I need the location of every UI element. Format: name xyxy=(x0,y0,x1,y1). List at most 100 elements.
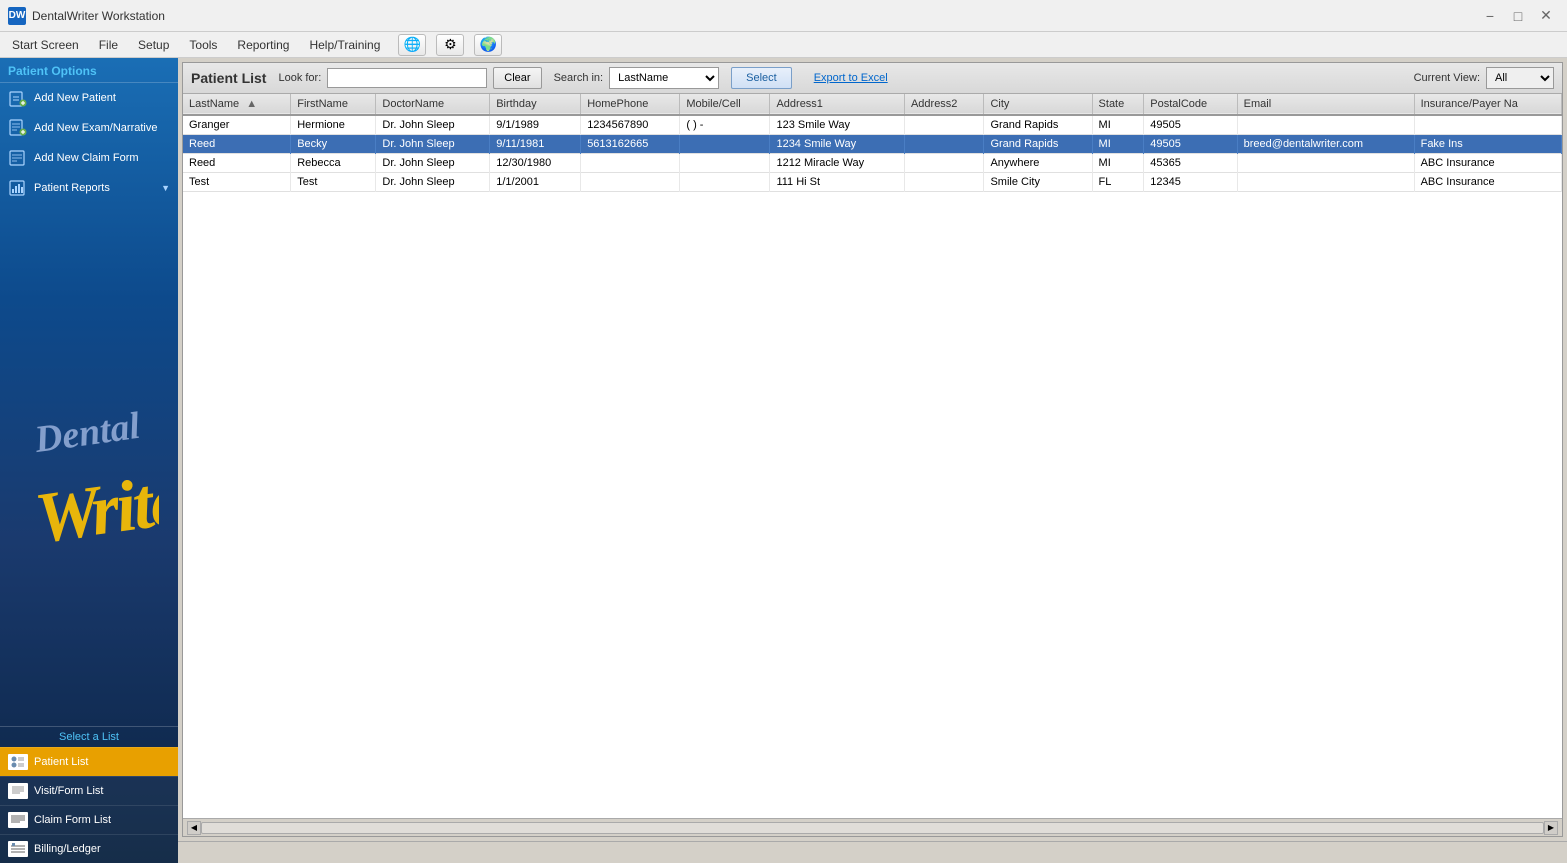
table-cell: 12345 xyxy=(1144,173,1237,192)
menu-file[interactable]: File xyxy=(91,36,126,54)
nav-billing-ledger[interactable]: Billing/Ledger xyxy=(0,834,178,863)
col-doctorname[interactable]: DoctorName xyxy=(376,94,490,115)
patient-reports-icon xyxy=(8,178,28,198)
settings-icon: ⚙ xyxy=(444,36,457,53)
search-input[interactable] xyxy=(327,68,487,88)
table-cell: Granger xyxy=(183,115,291,135)
menu-setup[interactable]: Setup xyxy=(130,36,177,54)
col-address2[interactable]: Address2 xyxy=(904,94,984,115)
menu-start-screen[interactable]: Start Screen xyxy=(4,36,87,54)
main-layout: Patient Options Add New Patient Add New … xyxy=(0,58,1567,863)
table-row[interactable]: ReedRebeccaDr. John Sleep12/30/19801212 … xyxy=(183,154,1562,173)
nav-visit-form-list[interactable]: Visit/Form List xyxy=(0,776,178,805)
content-area: Patient List Look for: Clear Search in: … xyxy=(178,58,1567,863)
table-cell: Dr. John Sleep xyxy=(376,135,490,154)
table-cell: FL xyxy=(1092,173,1144,192)
window-controls: − □ ✕ xyxy=(1477,6,1559,26)
table-cell xyxy=(680,154,770,173)
table-cell: 123 Smile Way xyxy=(770,115,905,135)
billing-ledger-nav-label: Billing/Ledger xyxy=(34,843,101,855)
table-cell: ABC Insurance xyxy=(1414,173,1561,192)
col-birthday[interactable]: Birthday xyxy=(490,94,581,115)
table-cell: Fake Ins xyxy=(1414,135,1561,154)
sidebar-add-claim[interactable]: Add New Claim Form xyxy=(0,143,178,173)
globe-icon-1: 🌐 xyxy=(404,36,421,53)
current-view-select[interactable]: All Active Inactive xyxy=(1486,67,1554,89)
icon-btn-1[interactable]: 🌐 xyxy=(398,34,426,56)
table-cell: breed@dentalwriter.com xyxy=(1237,135,1414,154)
svg-text:Writer: Writer xyxy=(30,455,159,558)
horizontal-scrollbar[interactable] xyxy=(201,822,1544,834)
table-header: LastName ▲ FirstName DoctorName Birthday… xyxy=(183,94,1562,115)
col-email[interactable]: Email xyxy=(1237,94,1414,115)
close-button[interactable]: ✕ xyxy=(1533,6,1559,26)
scroll-right-button[interactable]: ▶ xyxy=(1544,821,1558,835)
table-row[interactable]: TestTestDr. John Sleep1/1/2001111 Hi StS… xyxy=(183,173,1562,192)
menu-reporting[interactable]: Reporting xyxy=(229,36,297,54)
patient-panel: Patient List Look for: Clear Search in: … xyxy=(182,62,1563,837)
icon-btn-2[interactable]: ⚙ xyxy=(436,34,464,56)
col-firstname[interactable]: FirstName xyxy=(291,94,376,115)
table-cell: Hermione xyxy=(291,115,376,135)
table-cell: 9/11/1981 xyxy=(490,135,581,154)
menu-help-training[interactable]: Help/Training xyxy=(301,36,388,54)
col-state[interactable]: State xyxy=(1092,94,1144,115)
table-cell: MI xyxy=(1092,115,1144,135)
table-cell: Smile City xyxy=(984,173,1092,192)
sidebar-add-patient[interactable]: Add New Patient xyxy=(0,83,178,113)
table-cell: Grand Rapids xyxy=(984,135,1092,154)
globe-icon-2: 🌍 xyxy=(480,36,497,53)
table-cell: Test xyxy=(183,173,291,192)
search-in-select[interactable]: LastName FirstName DoctorName Birthday H… xyxy=(609,67,719,89)
add-patient-label: Add New Patient xyxy=(34,92,116,104)
panel-title: Patient List xyxy=(191,70,266,86)
icon-btn-3[interactable]: 🌍 xyxy=(474,34,502,56)
clear-button[interactable]: Clear xyxy=(493,67,541,89)
col-postalcode[interactable]: PostalCode xyxy=(1144,94,1237,115)
select-button[interactable]: Select xyxy=(731,67,792,89)
col-insurance[interactable]: Insurance/Payer Na xyxy=(1414,94,1561,115)
col-lastname[interactable]: LastName ▲ xyxy=(183,94,291,115)
table-cell: Grand Rapids xyxy=(984,115,1092,135)
nav-claim-form-list[interactable]: Claim Form List xyxy=(0,805,178,834)
svg-text:Dental: Dental xyxy=(31,404,143,460)
statusbar xyxy=(178,841,1567,863)
search-section: Look for: Clear xyxy=(278,67,541,89)
logo-container: Dental Writer xyxy=(19,315,159,615)
table-row[interactable]: GrangerHermioneDr. John Sleep9/1/1989123… xyxy=(183,115,1562,135)
sidebar-patient-reports[interactable]: Patient Reports ▼ xyxy=(0,173,178,203)
table-cell: Reed xyxy=(183,135,291,154)
menubar: Start Screen File Setup Tools Reporting … xyxy=(0,32,1567,58)
table-cell: 1234 Smile Way xyxy=(770,135,905,154)
app-title: DentalWriter Workstation xyxy=(32,9,1477,23)
table-cell: Dr. John Sleep xyxy=(376,115,490,135)
col-city[interactable]: City xyxy=(984,94,1092,115)
scroll-left-button[interactable]: ◀ xyxy=(187,821,201,835)
table-row[interactable]: ReedBeckyDr. John Sleep9/11/198156131626… xyxy=(183,135,1562,154)
table-cell: Anywhere xyxy=(984,154,1092,173)
table-cell xyxy=(581,173,680,192)
col-mobilecell[interactable]: Mobile/Cell xyxy=(680,94,770,115)
table-cell xyxy=(680,135,770,154)
export-to-excel-link[interactable]: Export to Excel xyxy=(814,72,888,84)
table-cell: Becky xyxy=(291,135,376,154)
table-cell: Dr. John Sleep xyxy=(376,154,490,173)
table-cell: 1/1/2001 xyxy=(490,173,581,192)
nav-patient-list[interactable]: Patient List xyxy=(0,747,178,776)
add-exam-icon xyxy=(8,118,28,138)
col-address1[interactable]: Address1 xyxy=(770,94,905,115)
app-icon: DW xyxy=(8,7,26,25)
patient-list-icon xyxy=(8,754,28,770)
table-cell: 49505 xyxy=(1144,115,1237,135)
table-cell xyxy=(904,154,984,173)
col-homephone[interactable]: HomePhone xyxy=(581,94,680,115)
sidebar-add-exam[interactable]: Add New Exam/Narrative xyxy=(0,113,178,143)
table-cell: Dr. John Sleep xyxy=(376,173,490,192)
visit-form-nav-label: Visit/Form List xyxy=(34,785,103,797)
table-cell xyxy=(1414,115,1561,135)
table-cell xyxy=(1237,115,1414,135)
maximize-button[interactable]: □ xyxy=(1505,6,1531,26)
minimize-button[interactable]: − xyxy=(1477,6,1503,26)
menu-tools[interactable]: Tools xyxy=(181,36,225,54)
add-claim-icon xyxy=(8,148,28,168)
